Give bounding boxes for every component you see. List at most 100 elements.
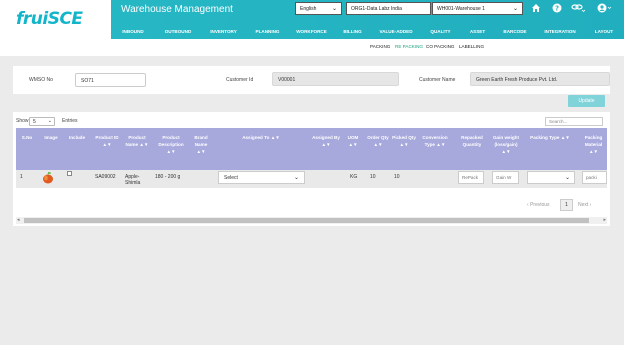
sort-icon: ▲▼ <box>588 149 599 154</box>
col-product-description[interactable]: Product Description ▲▼ <box>154 134 188 155</box>
cell-product-description: 180 - 200 g <box>155 174 181 180</box>
packing-type-select[interactable]: ⌄ <box>527 171 575 184</box>
table-search-input[interactable]: Search... <box>545 117 603 126</box>
col-product-id[interactable]: Product ID ▲▼ <box>93 134 121 148</box>
main-nav: INBOUND OUTBOUND INVENTORY PLANNING WORK… <box>111 25 624 39</box>
cell-uom: KG <box>350 174 358 180</box>
chevron-down-icon: ⌄ <box>564 175 570 181</box>
col-repacked-quantity: Repacked Quantity <box>461 135 483 147</box>
col-packing-material[interactable]: Packing Material ▲▼ <box>580 134 607 155</box>
user-avatar-icon[interactable] <box>597 3 613 14</box>
scroll-left-icon[interactable]: ◂ <box>17 217 20 223</box>
nav-value-added[interactable]: VALUE-ADDED <box>371 25 421 39</box>
col-image: Image <box>44 135 58 140</box>
col-product-name[interactable]: Product Name ▲▼ <box>122 134 152 148</box>
col-packing-type[interactable]: Packing Type ▲▼ <box>527 134 573 141</box>
col-assigned-to-label: Assigned To <box>242 135 270 140</box>
nav-planning[interactable]: PLANNING <box>246 25 289 39</box>
include-checkbox[interactable] <box>67 171 72 176</box>
nav-asset[interactable]: ASSET <box>460 25 495 39</box>
nav-workforce[interactable]: WORKFORCE <box>289 25 334 39</box>
nav-inventory[interactable]: INVENTORY <box>201 25 246 39</box>
update-button[interactable]: Update <box>568 95 605 107</box>
chevron-down-icon: ⌄ <box>47 118 52 124</box>
sort-icon: ▲▼ <box>102 142 112 147</box>
pager-previous[interactable]: ‹ Previous <box>527 202 550 208</box>
sort-icon: ▲▼ <box>348 142 358 147</box>
nav-billing[interactable]: BILLING <box>334 25 371 39</box>
organization-select[interactable]: ORG1-Data Labz India <box>346 2 431 15</box>
organization-value: ORG1-Data Labz India <box>351 6 402 12</box>
col-assigned-by[interactable]: Assigned By ▲▼ <box>311 134 341 148</box>
subnav-copacking[interactable]: CO PACKING <box>426 44 455 49</box>
nav-quality[interactable]: QUALITY <box>421 25 460 39</box>
chevron-down-icon: ⌄ <box>512 6 518 12</box>
nav-inbound[interactable]: INBOUND <box>111 25 155 39</box>
cell-product-name: Apple-Shimla <box>125 174 141 186</box>
subnav-bar <box>0 39 624 56</box>
fruisce-logo[interactable]: fruiSCE <box>16 9 83 29</box>
col-include: Include <box>68 135 86 140</box>
assigned-to-select[interactable]: Select ⌄ <box>218 171 305 184</box>
language-value: English <box>300 6 317 12</box>
col-uom[interactable]: UOM ▲▼ <box>343 134 363 148</box>
sort-icon: ▲▼ <box>436 142 446 147</box>
pager-page-1[interactable]: 1 <box>560 199 573 211</box>
scroll-thumb[interactable] <box>24 218 589 223</box>
pager-next-label: Next <box>578 202 589 208</box>
entries-select[interactable]: 5 ⌄ <box>29 117 55 126</box>
scroll-right-icon[interactable]: ▸ <box>603 217 606 223</box>
wmso-input[interactable]: SO71 <box>75 73 146 87</box>
col-picked-qty[interactable]: Picked Qty ▲▼ <box>392 134 416 148</box>
app-title: Warehouse Management <box>121 4 233 15</box>
cell-product-id: SA09002 <box>95 174 116 180</box>
help-icon[interactable]: ? <box>551 3 562 14</box>
col-order-qty[interactable]: Order Qty ▲▼ <box>366 134 390 148</box>
col-picked-qty-label: Picked Qty <box>392 135 416 140</box>
brand-area: fruiSCE <box>0 0 111 39</box>
col-packing-type-label: Packing Type <box>530 135 560 140</box>
sort-icon: ▲▼ <box>399 142 409 147</box>
col-assigned-by-label: Assigned By <box>312 135 340 140</box>
chevron-down-icon: ⌄ <box>293 175 299 181</box>
nav-layout[interactable]: LAYOUT <box>585 25 623 39</box>
sort-icon: ▲▼ <box>501 149 511 154</box>
packing-material-input[interactable]: packi <box>582 171 607 184</box>
col-conversion-type[interactable]: Conversion Type ▲▼ <box>419 134 451 148</box>
col-assigned-to[interactable]: Assigned To ▲▼ <box>226 134 296 141</box>
home-icon[interactable] <box>530 3 541 14</box>
sort-icon: ▲▼ <box>270 135 280 140</box>
col-brand-name[interactable]: Brand Name ▲▼ <box>190 134 212 155</box>
col-gain-weight[interactable]: Gain weight (loss/gain) ▲▼ <box>491 134 521 155</box>
apple-product-image <box>43 171 53 184</box>
warehouse-select[interactable]: WH001-Warehouse 1 ⌄ <box>432 2 523 15</box>
nav-barcode[interactable]: BARCODE <box>495 25 535 39</box>
col-uom-label: UOM <box>347 135 359 140</box>
col-brand-name-label: Brand Name <box>194 135 208 147</box>
nav-outbound[interactable]: OUTBOUND <box>155 25 201 39</box>
pager-next[interactable]: Next › <box>578 202 591 208</box>
link-icon[interactable] <box>571 3 586 14</box>
assigned-to-value: Select <box>224 175 238 181</box>
subnav-repacking[interactable]: RE PACKING <box>395 44 423 49</box>
subnav-packing[interactable]: PACKING <box>370 44 390 49</box>
col-packing-material-label: Packing Material <box>584 135 603 147</box>
col-gain-weight-label: Gain weight (loss/gain) <box>492 135 520 147</box>
repacked-quantity-input[interactable]: RePack <box>458 171 484 184</box>
sort-icon: ▲▼ <box>196 149 206 154</box>
sort-icon: ▲▼ <box>560 135 570 140</box>
nav-integration[interactable]: INTEGRATION <box>535 25 585 39</box>
sort-icon: ▲▼ <box>321 142 331 147</box>
col-sno[interactable]: S.No <box>17 134 37 141</box>
horizontal-scrollbar[interactable]: ◂ ▸ <box>16 217 607 224</box>
chevron-down-icon: ⌄ <box>331 6 337 12</box>
sort-icon: ▲▼ <box>139 142 149 147</box>
entries-label: Entries <box>62 118 78 124</box>
col-product-description-label: Product Description <box>158 135 184 147</box>
subnav-labelling[interactable]: LABELLING <box>459 44 484 49</box>
wmso-label: WMSO No <box>29 77 53 83</box>
gain-weight-input[interactable]: Gain W <box>492 171 519 184</box>
sort-icon: ▲▼ <box>166 149 176 154</box>
svg-text:?: ? <box>554 5 558 13</box>
language-select[interactable]: English ⌄ <box>295 2 342 15</box>
